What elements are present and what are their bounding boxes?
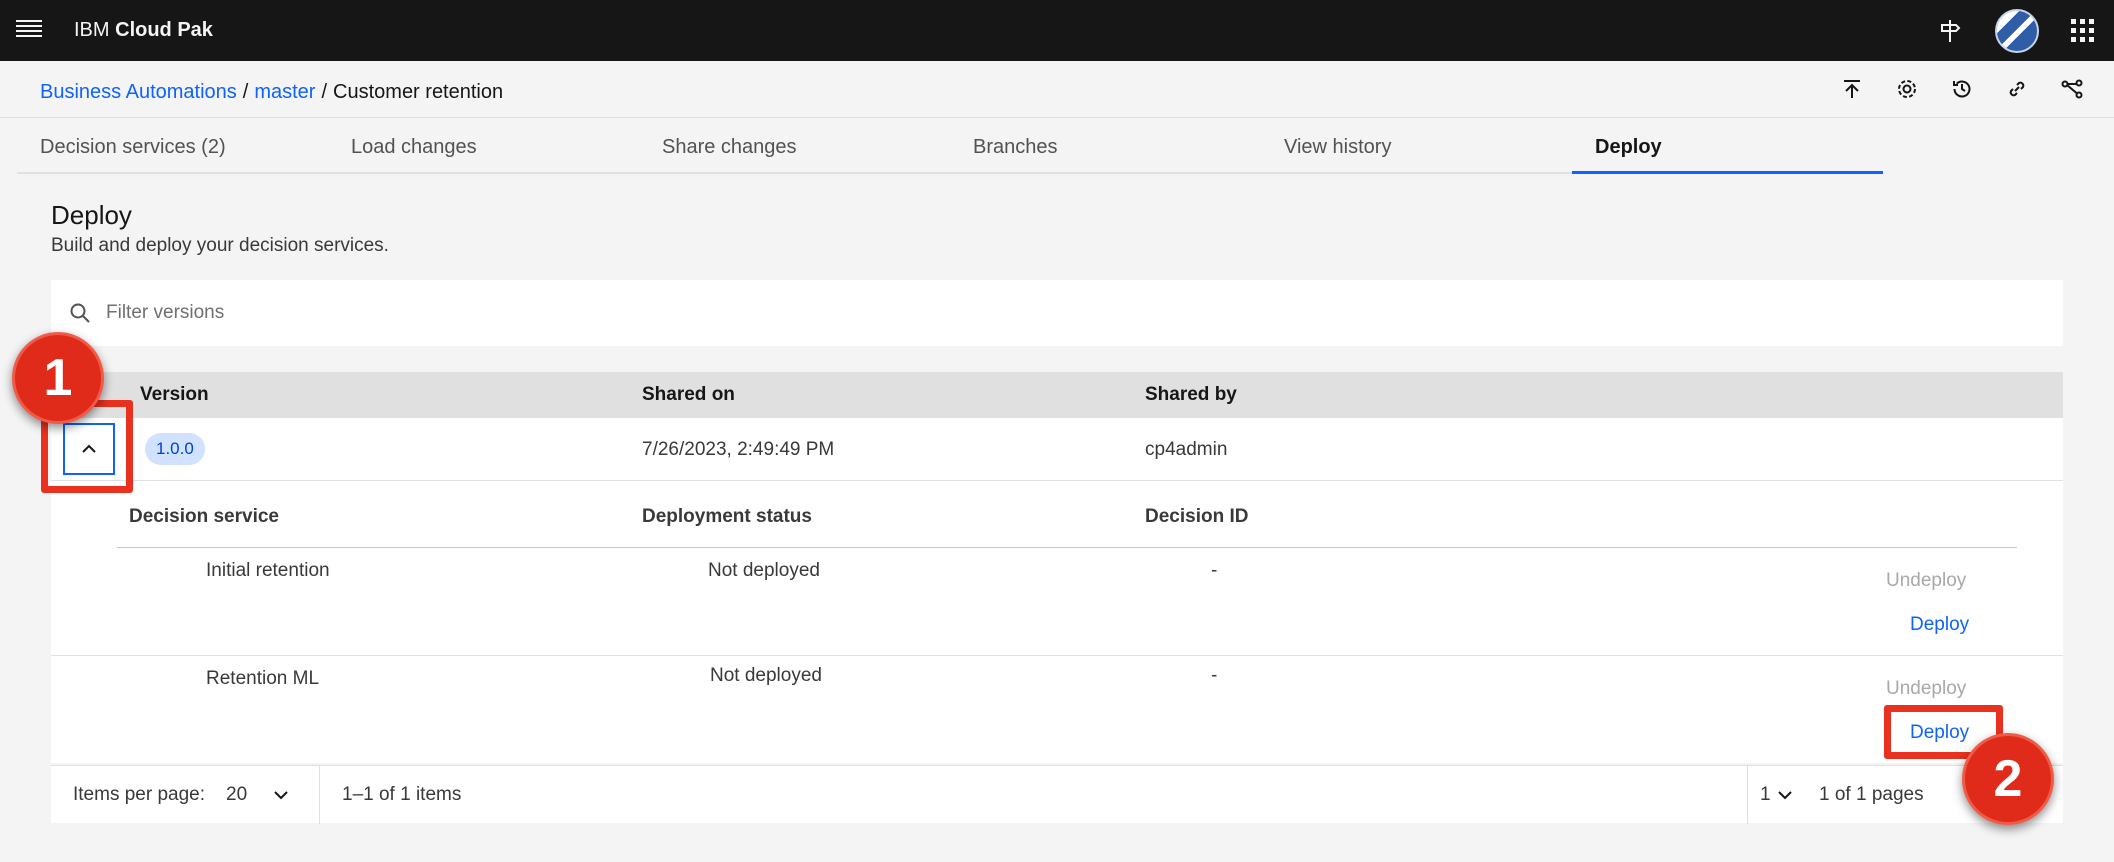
undeploy-button[interactable]: Undeploy [1886,569,1966,593]
tab-load-changes[interactable]: Load changes [328,118,639,174]
breadcrumb-current: Customer retention [333,81,504,103]
toolbar [1836,73,2088,105]
items-per-page-select[interactable]: 20 [226,766,346,824]
deployment-status: Not deployed [708,560,820,581]
avatar-image [1994,8,2039,53]
menu-icon[interactable] [16,17,42,43]
items-per-page-label: Items per page: [73,784,206,805]
decision-service-name: Initial retention [206,560,330,581]
search-input[interactable] [106,280,2006,346]
tab-share-changes[interactable]: Share changes [639,118,950,174]
column-header-shared-on[interactable]: Shared on [642,383,735,407]
tab-deploy[interactable]: Deploy [1572,118,1883,174]
deployment-status: Not deployed [710,665,822,686]
shared-on-cell: 7/26/2023, 2:49:49 PM [642,439,835,460]
tab-view-history[interactable]: View history [1261,118,1572,174]
brand-prefix: IBM [74,19,110,41]
link-icon[interactable] [2001,73,2033,105]
history-icon[interactable] [1946,73,1978,105]
breadcrumb-separator: / [321,81,328,103]
page-subtitle: Build and deploy your decision services. [51,235,389,256]
chevron-down-icon [1777,791,1792,800]
breadcrumb: Business Automations / master / Customer ret… [40,79,503,105]
tab-branches[interactable]: Branches [950,118,1261,174]
page-title: Deploy [51,200,132,230]
decision-id: - [1211,665,1218,686]
page-value: 1 [1760,784,1771,805]
divider [1747,766,1748,824]
breadcrumb-master[interactable]: master [254,81,315,103]
chevron-down-icon [274,791,288,800]
callout-badge-1: 1 [12,332,104,424]
items-per-page-value: 20 [226,784,248,805]
table-row[interactable]: 1.0.0 7/26/2023, 2:49:49 PM cp4admin [51,418,2063,481]
tab-spacer [1883,118,2097,174]
decision-services-subtable: Decision service Deployment status Decis… [51,481,2063,763]
column-header-version[interactable]: Version [140,383,209,407]
publish-icon[interactable] [1836,73,1868,105]
filter-search [51,280,2063,346]
shell-header: IBM Cloud Pak [0,0,2114,61]
breadcrumb-bar: Business Automations / master / Customer ret… [0,61,2114,118]
column-header-decision-id: Decision ID [1145,506,1249,527]
items-range: 1–1 of 1 items [342,784,462,805]
undeploy-button[interactable]: Undeploy [1886,677,1966,701]
pagination: Items per page: 20 1–1 of 1 items 1 1 of… [51,765,2063,824]
breadcrumb-business-automations[interactable]: Business Automations [40,81,237,103]
signpost-icon[interactable] [1919,0,1980,61]
column-header-decision-service: Decision service [129,506,279,527]
table-header: Version Shared on Shared by [51,372,2063,418]
callout-badge-2: 2 [1962,733,2054,825]
user-avatar[interactable] [1986,0,2047,61]
column-header-deployment-status: Deployment status [642,506,812,527]
breadcrumb-separator: / [242,81,249,103]
decision-id: - [1211,560,1218,581]
version-tag: 1.0.0 [145,433,205,465]
settings-icon[interactable] [1891,73,1923,105]
branch-icon[interactable] [2056,73,2088,105]
page-count: 1 of 1 pages [1819,784,1924,805]
shared-by-cell: cp4admin [1145,439,1228,460]
search-icon [70,303,90,323]
product-name[interactable]: IBM Cloud Pak [74,17,213,43]
tab-bar: Decision services (2) Load changes Share… [17,118,2097,174]
decision-service-name: Retention ML [206,668,320,689]
divider [51,655,2063,656]
column-header-shared-by[interactable]: Shared by [1145,383,1237,407]
divider [117,547,2017,548]
page-select[interactable]: 1 [1760,766,1793,824]
tab-decision-services[interactable]: Decision services (2) [17,118,328,174]
divider [319,766,320,824]
deploy-button[interactable]: Deploy [1910,613,1969,637]
brand-name: Cloud Pak [115,19,213,41]
app-switcher-icon[interactable] [2052,0,2113,61]
